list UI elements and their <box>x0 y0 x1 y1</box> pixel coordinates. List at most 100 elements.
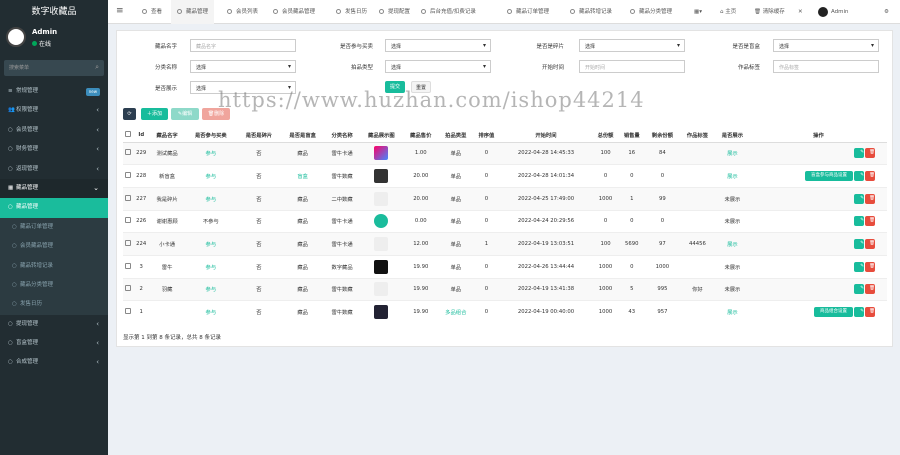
delete-row-icon[interactable]: 🗑 <box>865 307 875 318</box>
column-header[interactable]: 总份额 <box>592 129 619 143</box>
filter-buy-select[interactable]: 选择 <box>385 39 491 52</box>
column-header[interactable]: 开始时间 <box>499 129 593 143</box>
edit-row-icon[interactable]: ✎ <box>854 284 864 295</box>
delete-row-icon[interactable]: 🗑 <box>865 193 875 204</box>
row-checkbox[interactable] <box>124 172 131 179</box>
sidebar-item[interactable]: ○ 藏品分类管理 <box>0 275 108 296</box>
cell-box[interactable]: 藏品 <box>280 254 325 279</box>
column-header[interactable]: 排序值 <box>473 129 500 143</box>
filter-cat-select[interactable]: 选择 <box>190 60 296 73</box>
table-row[interactable]: 1 参与否藏品 雷牛数藏 19.90 多品组合 0 2022-04-19 00:40:00 1… <box>123 300 887 324</box>
cell-show[interactable]: 展示 <box>714 300 750 324</box>
extra-action-button[interactable]: 商品组合设置 <box>814 307 853 318</box>
menu-toggle-icon[interactable]: ≡ <box>116 6 124 16</box>
settings-icon[interactable]: ⚙ <box>884 0 889 24</box>
avatar[interactable] <box>6 27 26 47</box>
row-checkbox[interactable] <box>124 308 131 315</box>
column-header[interactable]: 销售量 <box>618 129 645 143</box>
cell-show[interactable]: 展示 <box>714 164 750 188</box>
filter-start-input[interactable]: 开始时间 <box>579 60 685 73</box>
cell-show[interactable]: 未展示 <box>714 254 750 279</box>
column-header[interactable]: 分类名称 <box>324 129 360 143</box>
add-button[interactable]: ＋添加 <box>141 108 168 120</box>
search-icon[interactable]: ⌕ <box>95 63 99 72</box>
tab-item[interactable]: 藏品分类管理 <box>624 0 678 24</box>
row-checkbox[interactable] <box>124 194 131 201</box>
edit-row-icon[interactable]: ✎ <box>854 261 864 272</box>
filter-name-input[interactable]: 藏品名字 <box>190 39 296 52</box>
cell-ptype[interactable]: 单品 <box>438 254 474 279</box>
row-checkbox[interactable] <box>124 149 131 156</box>
delete-row-icon[interactable]: 🗑 <box>865 171 875 182</box>
select-all-checkbox[interactable] <box>124 131 131 138</box>
cell-ptype[interactable]: 单品 <box>438 186 474 211</box>
delete-row-icon[interactable]: 🗑 <box>865 261 875 272</box>
menu-search-input[interactable]: 搜索菜单 ⌕ <box>4 60 104 76</box>
cell-buy[interactable]: 参与 <box>184 141 238 165</box>
column-header[interactable]: 是否是盲盒 <box>280 129 325 143</box>
delete-row-icon[interactable]: 🗑 <box>865 284 875 295</box>
row-checkbox[interactable] <box>124 217 131 224</box>
tab-item[interactable]: 会员藏品管理 <box>267 0 321 24</box>
delete-row-icon[interactable]: 🗑 <box>865 216 875 227</box>
delete-row-icon[interactable]: 🗑 <box>865 148 875 159</box>
cell-ptype[interactable]: 单品 <box>438 164 474 188</box>
cell-show[interactable]: 未展示 <box>714 186 750 211</box>
cell-buy[interactable]: 参与 <box>184 164 238 188</box>
delete-row-icon[interactable]: 🗑 <box>865 239 875 250</box>
extra-action-button[interactable]: 盲盒参与商品设置 <box>805 171 853 182</box>
user-menu[interactable]: Admin <box>818 0 849 24</box>
column-header[interactable]: 是否参与买卖 <box>184 129 238 143</box>
cell-ptype[interactable]: 单品 <box>438 277 474 301</box>
cell-box[interactable]: 藏品 <box>280 186 325 211</box>
table-row[interactable]: 2 羽藏 参与否藏品 雷牛数藏 19.90 单品 0 2022-04-19 13:41:38 1… <box>123 277 887 301</box>
sidebar-item[interactable]: 👥权限管理 ‹ <box>0 101 108 120</box>
table-row[interactable]: 3 雷牛 参与否藏品 数字藏品 19.90 单品 0 2022-04-26 13:44:44 1… <box>123 254 887 279</box>
sidebar-item[interactable]: ○ 发售日历 <box>0 295 108 315</box>
sidebar-item[interactable]: ○ 藏品订单管理 <box>0 217 108 238</box>
tab-item[interactable]: 会员列表 <box>221 0 264 24</box>
sidebar-item[interactable]: ○ 财务管理 ‹ <box>0 140 108 159</box>
column-header[interactable]: 操作 <box>749 129 887 143</box>
tab-item[interactable]: 藏品管理 <box>171 0 215 24</box>
cell-ptype[interactable]: 多品组合 <box>438 300 474 324</box>
sidebar-item[interactable]: ○ 会员管理 ‹ <box>0 121 108 140</box>
row-checkbox[interactable] <box>124 285 131 292</box>
cell-show[interactable]: 展示 <box>714 141 750 165</box>
cell-buy[interactable]: 参与 <box>184 186 238 211</box>
column-header[interactable]: 藏品名字 <box>149 129 185 143</box>
tab-item[interactable]: 查看 <box>136 0 168 24</box>
grid-icon[interactable]: ▦▾ <box>694 0 702 24</box>
cell-box[interactable]: 藏品 <box>280 300 325 324</box>
table-row[interactable]: 224 小卡通 参与否藏品 雷牛卡通 12.00 单品 1 2022-04-19 13:03:… <box>123 232 887 256</box>
table-row[interactable]: 228 新盲盒 参与否盲盒 雷牛数藏 20.00 单品 0 2022-04-28 14:01:… <box>123 164 887 188</box>
tab-item[interactable]: 发售日历 <box>330 0 373 24</box>
edit-row-icon[interactable]: ✎ <box>854 307 864 318</box>
cell-box[interactable]: 藏品 <box>280 277 325 301</box>
table-row[interactable]: 229 测试藏品 参与否藏品 雷牛卡通 1.00 单品 0 2022-04-28 14:45:… <box>123 141 887 165</box>
sidebar-item[interactable]: ○ 盲盒管理 ‹ <box>0 334 108 353</box>
refresh-button[interactable]: ⟳ <box>123 108 136 120</box>
cell-box[interactable]: 藏品 <box>280 232 325 256</box>
column-header[interactable]: 是否展示 <box>714 129 750 143</box>
cell-buy[interactable]: 参与 <box>184 232 238 256</box>
tab-item[interactable]: 藏品转增记录 <box>564 0 618 24</box>
sidebar-item[interactable]: ○ 会员藏品管理 <box>0 237 108 257</box>
cell-ptype[interactable]: 单品 <box>438 209 474 233</box>
cell-box[interactable]: 藏品 <box>280 209 325 233</box>
sidebar-item[interactable]: ○ 返现管理 ‹ <box>0 160 108 179</box>
home-link[interactable]: ⌂ 主页 <box>720 0 736 24</box>
edit-row-icon[interactable]: ✎ <box>854 193 864 204</box>
clear-cache-button[interactable]: 🗑 清除缓存 <box>754 0 785 24</box>
cell-box[interactable]: 藏品 <box>280 141 325 165</box>
row-checkbox[interactable] <box>124 240 131 247</box>
edit-row-icon[interactable]: ✎ <box>854 216 864 227</box>
column-header[interactable]: 拍品类型 <box>438 129 474 143</box>
column-header[interactable]: 藏品展示图 <box>359 129 404 143</box>
tab-item[interactable]: 藏品订单管理 <box>501 0 555 24</box>
edit-button[interactable]: ✎编辑 <box>171 108 199 120</box>
column-header[interactable]: 剩余份额 <box>644 129 680 143</box>
cell-ptype[interactable]: 单品 <box>438 232 474 256</box>
table-row[interactable]: 227 我是碎片 参与否藏品 二中数藏 20.00 单品 0 2022-04-25 17:49… <box>123 186 887 211</box>
cell-show[interactable]: 未展示 <box>714 209 750 233</box>
